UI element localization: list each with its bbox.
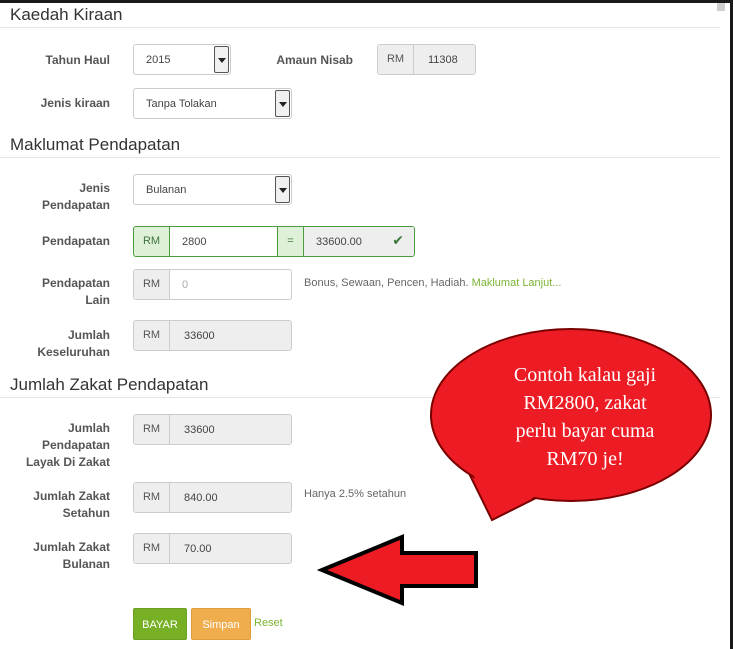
speech-bubble-text: Contoh kalau gaji RM2800, zakat perlu ba… (513, 364, 657, 470)
annotation-overlay (316, 328, 712, 606)
arrow-left-icon (316, 534, 478, 606)
